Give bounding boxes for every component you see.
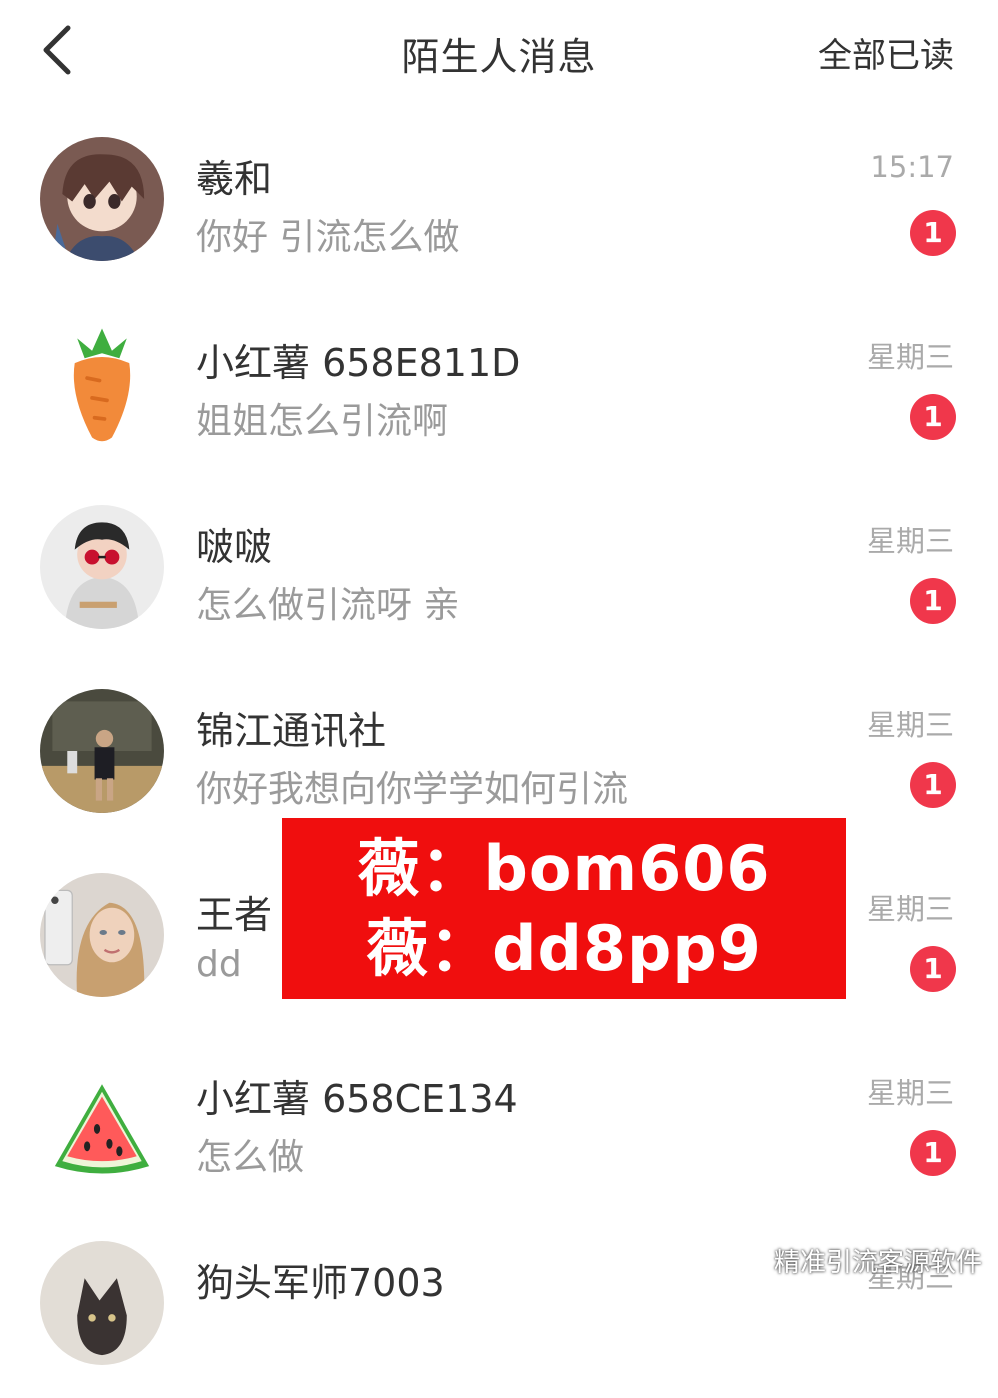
contact-name: 锦江通讯社	[196, 709, 387, 753]
unread-badge: 1	[910, 210, 956, 256]
basketball-photo-avatar	[40, 689, 164, 813]
mark-all-read-button[interactable]: 全部已读	[818, 28, 954, 77]
unread-badge: 1	[910, 946, 956, 992]
watermark-text: 精准引流客源软件	[774, 1247, 983, 1278]
timestamp: 星期三	[866, 708, 954, 742]
promo-overlay-banner: 薇：bom606 薇：dd8pp9	[282, 818, 846, 999]
woman-selfie-avatar	[40, 873, 164, 997]
timestamp: 星期三	[866, 524, 954, 558]
source-watermark: 精准引流客源软件	[726, 1240, 982, 1280]
list-item[interactable]: 羲和 你好 引流怎么做 15:17 1	[0, 110, 998, 294]
contact-name: 啵啵	[196, 525, 273, 569]
contact-name: 小红薯 658E811D	[196, 341, 521, 385]
message-preview: 姐姐怎么引流啊	[196, 401, 449, 442]
wechat-icon	[726, 1244, 767, 1275]
message-preview: 怎么做引流呀 亲	[196, 585, 460, 626]
cat-photo-avatar	[40, 1241, 164, 1365]
anime-girl-avatar	[40, 137, 164, 261]
timestamp: 15:17	[870, 150, 954, 184]
timestamp: 星期三	[866, 340, 954, 374]
timestamp: 星期三	[866, 1076, 954, 1110]
contact-name: 王者	[196, 893, 273, 937]
promo-line: 薇：bom606	[357, 831, 771, 905]
unread-badge: 1	[910, 1130, 956, 1176]
contact-name: 羲和	[196, 157, 273, 201]
unread-badge: 1	[910, 394, 956, 440]
carrot-avatar	[40, 321, 164, 445]
message-preview: 怎么做	[196, 1137, 305, 1178]
list-item[interactable]: 小红薯 658E811D 姐姐怎么引流啊 星期三 1	[0, 294, 998, 478]
top-bar: 陌生人消息 全部已读	[0, 0, 998, 110]
message-preview: 你好我想向你学学如何引流	[196, 769, 629, 810]
message-preview: 你好 引流怎么做	[196, 217, 460, 258]
message-preview: dd	[196, 944, 242, 985]
watermelon-avatar	[40, 1057, 164, 1181]
list-item[interactable]: 啵啵 怎么做引流呀 亲 星期三 1	[0, 478, 998, 662]
promo-line: 薇：dd8pp9	[366, 911, 762, 985]
unread-badge: 1	[910, 578, 956, 624]
contact-name: 狗头军师7003	[196, 1261, 445, 1305]
contact-name: 小红薯 658CE134	[196, 1077, 518, 1121]
timestamp: 星期三	[866, 892, 954, 926]
list-item[interactable]: 小红薯 658CE134 怎么做 星期三 1	[0, 1030, 998, 1214]
unread-badge: 1	[910, 762, 956, 808]
child-photo-avatar	[40, 505, 164, 629]
